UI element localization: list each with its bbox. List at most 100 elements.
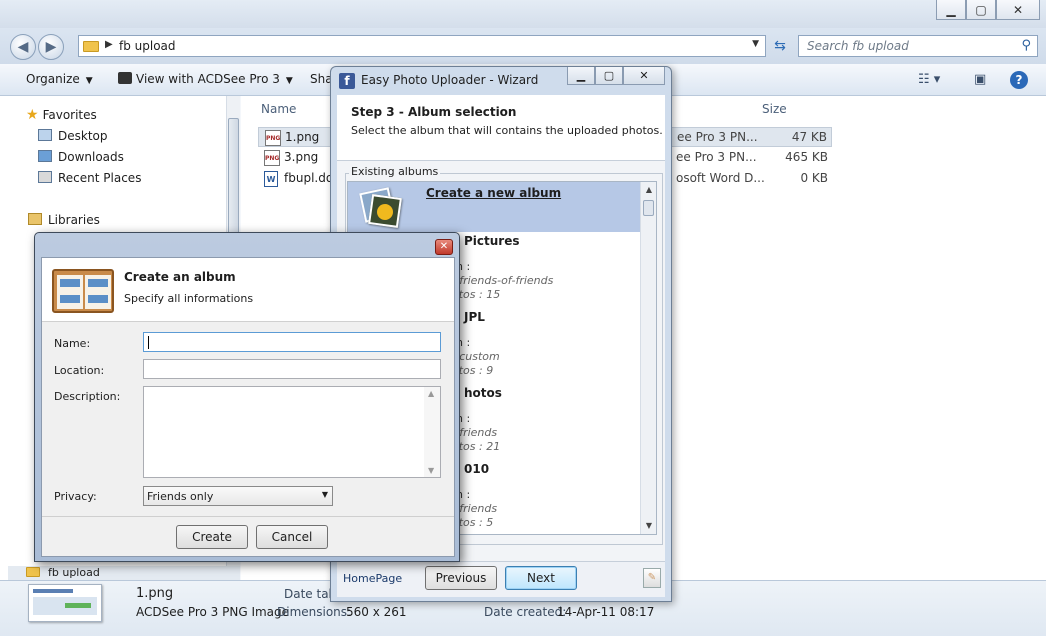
name-label: Name: [54, 337, 91, 350]
album-title[interactable]: 010 [464, 462, 489, 476]
wizard-step-subtitle: Select the album that will contains the … [351, 124, 663, 137]
minimize-button[interactable]: ▁ [936, 0, 966, 20]
description-label: Description: [54, 390, 121, 403]
next-button[interactable]: Next [505, 566, 577, 590]
text-caret [148, 336, 149, 349]
album-title[interactable]: JPL [464, 310, 485, 324]
file-name: fbupl.do [284, 171, 334, 185]
nav-recent-places[interactable]: Recent Places [38, 171, 141, 185]
png-file-icon: PNG [264, 150, 280, 166]
view-with-button[interactable]: View with ACDSee Pro 3 ▼ [118, 72, 293, 86]
wizard-footer: HomePage Previous Next ✎ [337, 561, 665, 597]
nav-favorites[interactable]: ★ Favorites [26, 107, 97, 123]
close-button[interactable]: ✕ [623, 67, 665, 85]
dialog-title: Create an album [124, 270, 236, 284]
chevron-right-icon[interactable]: ▶ [105, 39, 113, 50]
details-date-created-label: Date created: [484, 605, 567, 619]
location-label: Location: [54, 364, 105, 377]
tools-icon[interactable]: ✎ [643, 568, 661, 588]
organize-menu[interactable]: Organize ▼ [26, 72, 93, 86]
nav-desktop-label: Desktop [58, 129, 108, 143]
nav-downloads-label: Downloads [58, 150, 124, 164]
dialog-subtitle: Specify all informations [124, 292, 254, 305]
details-filetype: ACDSee Pro 3 PNG Image [136, 605, 290, 619]
previous-button[interactable]: Previous [425, 566, 497, 590]
create-album-dialog: ✕ Create an album Specify all informatio… [34, 232, 460, 562]
preview-pane-icon[interactable]: ▣ [974, 72, 986, 87]
maximize-button[interactable]: ▢ [966, 0, 996, 20]
create-button[interactable]: Create [176, 525, 248, 549]
folder-icon [83, 41, 99, 52]
wizard-header: Step 3 - Album selection Select the albu… [337, 95, 665, 161]
file-size: 465 KB [785, 150, 828, 164]
forward-arrow-icon: ▶ [45, 39, 57, 55]
scroll-down-icon[interactable]: ▼ [641, 518, 656, 534]
location-field[interactable] [143, 359, 441, 379]
star-icon: ★ [26, 107, 39, 123]
cancel-button[interactable]: Cancel [256, 525, 328, 549]
scroll-thumb[interactable] [643, 200, 654, 216]
details-filename: 1.png [136, 586, 174, 601]
search-input[interactable]: Search fb upload ⚲ [798, 35, 1038, 57]
close-icon[interactable]: ✕ [435, 239, 453, 255]
nav-favorites-label: Favorites [42, 108, 97, 122]
scroll-down-icon[interactable]: ▼ [428, 466, 434, 475]
scroll-up-icon[interactable]: ▲ [641, 182, 656, 198]
wizard-step-title: Step 3 - Album selection [351, 105, 517, 119]
close-button[interactable]: ✕ [996, 0, 1040, 20]
file-type: osoft Word D... [676, 171, 765, 185]
column-header-name[interactable]: Name [261, 102, 296, 116]
chevron-down-icon[interactable]: ▼ [752, 39, 759, 49]
wizard-title: Easy Photo Uploader - Wizard [361, 73, 539, 87]
help-icon[interactable]: ? [1010, 71, 1028, 89]
dialog-content: Create an album Specify all informations… [41, 257, 455, 557]
scroll-thumb[interactable] [228, 118, 239, 238]
nav-downloads[interactable]: Downloads [38, 150, 124, 164]
nav-fb-upload-label: fb upload [48, 566, 100, 579]
dialog-header: Create an album Specify all informations [42, 258, 454, 322]
back-button[interactable]: ◀ [10, 34, 36, 60]
existing-albums-label: Existing albums [349, 165, 441, 178]
nav-fb-upload[interactable]: fb upload [8, 566, 240, 580]
minimize-button[interactable]: ▁ [567, 67, 595, 85]
organize-label: Organize [26, 72, 80, 86]
address-bar[interactable]: ▶ fb upload ▼ [78, 35, 766, 57]
privacy-value: Friends only [147, 490, 214, 503]
description-field[interactable]: ▲ ▼ [143, 386, 441, 478]
dialog-footer: Create Cancel [42, 516, 454, 556]
description-scrollbar[interactable]: ▲ ▼ [424, 387, 440, 477]
maximize-button[interactable]: ▢ [595, 67, 623, 85]
privacy-select[interactable]: Friends only ▼ [143, 486, 333, 506]
photo-album-icon [52, 269, 114, 313]
facebook-icon: f [339, 73, 355, 89]
forward-button[interactable]: ▶ [38, 34, 64, 60]
name-field[interactable] [143, 332, 441, 352]
album-privacy: : friends-of-friends [452, 274, 554, 287]
search-placeholder: Search fb upload [807, 39, 909, 53]
refresh-icon[interactable]: ⇆ [768, 35, 792, 57]
file-type: ee Pro 3 PN... [677, 130, 758, 144]
homepage-link[interactable]: HomePage [343, 572, 402, 585]
album-title[interactable]: hotos [464, 386, 502, 400]
nav-libraries[interactable]: Libraries [28, 213, 100, 227]
column-header-size[interactable]: Size [762, 102, 787, 116]
file-size: 0 KB [800, 171, 828, 185]
album-title[interactable]: Pictures [464, 234, 520, 248]
back-arrow-icon: ◀ [17, 39, 29, 55]
file-size: 47 KB [791, 130, 827, 144]
breadcrumb[interactable]: fb upload [119, 39, 176, 53]
folder-icon [26, 567, 40, 577]
search-icon[interactable]: ⚲ [1021, 38, 1031, 53]
file-thumbnail [28, 584, 102, 622]
file-name: 1.png [285, 130, 320, 144]
album-list-scrollbar[interactable]: ▲ ▼ [640, 182, 656, 534]
details-dimensions-label: Dimensions: [277, 605, 352, 619]
list-item[interactable]: Create a new album [348, 182, 640, 232]
nav-desktop[interactable]: Desktop [38, 129, 108, 143]
view-options-icon[interactable]: ☷ ▾ [918, 72, 940, 87]
scroll-up-icon[interactable]: ▲ [428, 389, 434, 398]
privacy-label: Privacy: [54, 490, 97, 503]
create-new-album-link[interactable]: Create a new album [426, 186, 561, 200]
details-date-created: 14-Apr-11 08:17 [557, 605, 655, 619]
chevron-down-icon: ▼ [285, 76, 293, 86]
